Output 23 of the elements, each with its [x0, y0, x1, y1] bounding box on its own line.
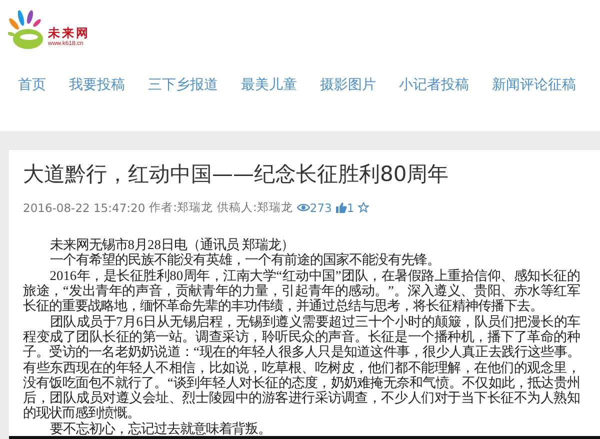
nav-link[interactable]: 最美儿童: [241, 76, 297, 94]
nav-link[interactable]: 新闻评论征稿: [492, 76, 576, 94]
nav-link[interactable]: 三下乡报道: [148, 76, 218, 94]
article-paragraph: 要不忘初心，忘记过去就意味着背叛。: [48, 420, 272, 436]
eye-icon: [296, 203, 310, 212]
nav-link[interactable]: 小记者投稿: [399, 76, 469, 94]
view-count: 273: [310, 200, 332, 215]
star-icon[interactable]: [358, 202, 370, 214]
article-title: 大道黔行，红动中国——纪念长征胜利80周年: [23, 161, 450, 188]
nav-link[interactable]: 首页: [18, 76, 46, 94]
like-count: 1: [346, 200, 354, 215]
logo-icon: [8, 10, 46, 50]
article-paragraph: 一个有希望的民族不能没有英雄，一个有前途的国家不能没有先锋。: [48, 252, 441, 268]
contributor: 供稿人:郑瑞龙: [217, 200, 293, 216]
nav-link[interactable]: 摄影图片: [320, 76, 376, 94]
publish-datetime: 2016-08-22 15:47:20: [23, 200, 146, 215]
logo-name: 未来网: [48, 27, 90, 40]
article-paragraph: 2016年，是长征胜利80周年，江南大学“红动中国”团队，在暑假路上重拾信仰、感知长征的旅途，“发出青年的声音，贡献青年的力量，引起青年的感动。”。深入遵义、贵阳、赤水等红军长征的重要战略地，缅怀革命先辈的丰功伟绩，并通过总结与思考，将长征精神传播下去。: [23, 268, 580, 314]
thumbs-up-icon[interactable]: [336, 202, 347, 214]
author: 作者:郑瑞龙: [149, 200, 214, 216]
article-paragraph: 未来网无锡市8月28日电（通讯员 郑瑞龙）: [48, 237, 296, 252]
article-paragraph: 团队成员于7月6日从无锡启程，无锡到遵义需要超过三十个小时的颠簸，队员们把漫长的车程变成了团队长征的第一站。调查采访，聆听民众的声音。长征是一个播种机，播下了革命的种子。受访的一名老奶奶说道：“现在的年轻人很多人只是知道这件事，很少人真正去践行这些事。有些东西现在的年轻人不相信，比如说，吃草根、吃树皮，他们都不能理解，在他们的观念里，没有饭吃面包不就行了。“谈到年轻人对长征的态度，奶奶难掩无奈和气愤。不仅如此，抵达贵州后，团队成员对遵义会址、烈士陵园中的游客进行采访调查，不少人们对于当下长征不为人熟知的现状而感到愤慨。: [23, 314, 580, 421]
nav-link[interactable]: 我要投稿: [69, 76, 125, 94]
